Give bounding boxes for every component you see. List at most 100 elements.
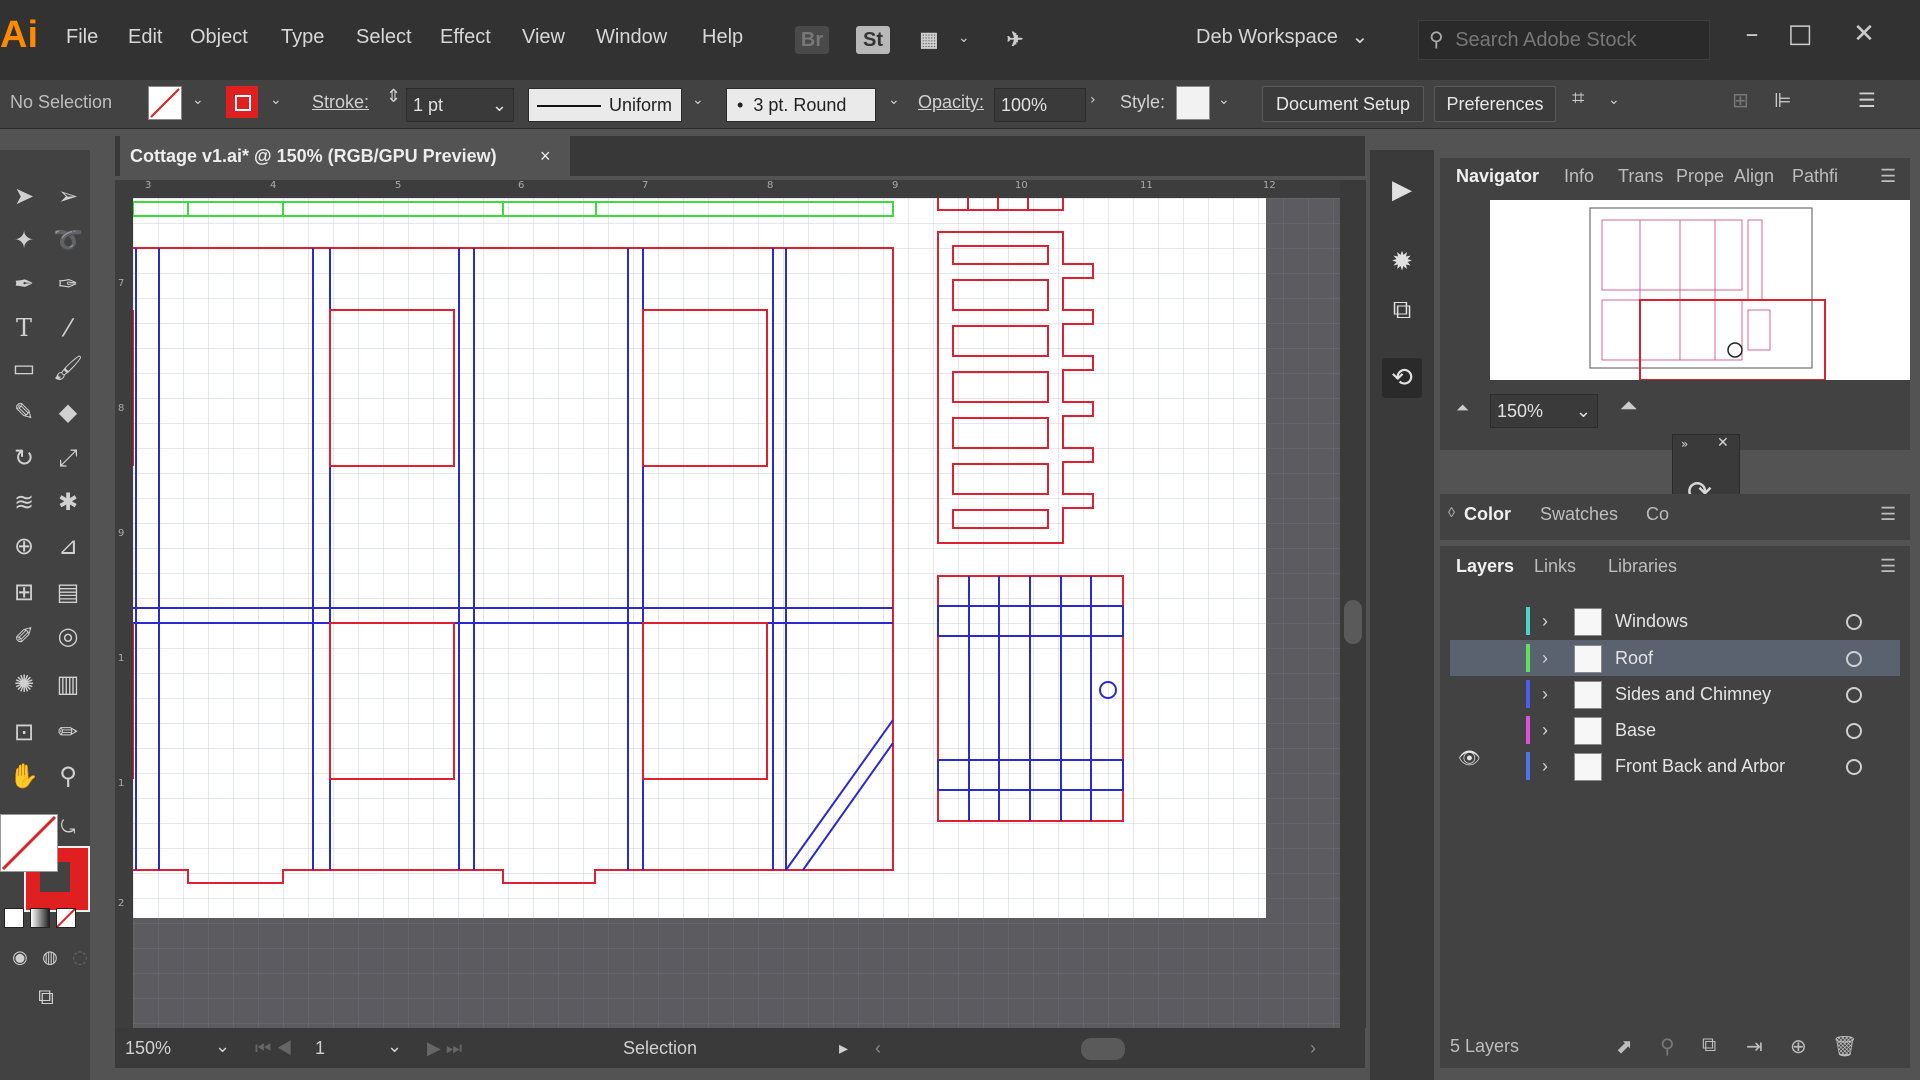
layer-row-roof[interactable]: › Roof <box>1450 640 1900 676</box>
symbol-sprayer-icon[interactable]: ✺ <box>4 666 44 702</box>
chevron-down-icon[interactable]: ⌄ <box>888 92 900 108</box>
chevron-right-icon[interactable]: › <box>1542 748 1548 784</box>
opacity-label[interactable]: Opacity: <box>918 92 984 113</box>
zoom-level[interactable]: 150% <box>125 1038 171 1059</box>
selection-tool-icon[interactable]: ➤ <box>4 178 44 214</box>
panel-menu-icon[interactable]: ☰ <box>1880 556 1896 577</box>
layer-row-front-back-and-arbor[interactable]: 👁 › Front Back and Arbor <box>1450 748 1900 784</box>
stroke-swatch[interactable] <box>226 86 258 118</box>
close-tab-icon[interactable]: × <box>540 136 551 176</box>
pen-tool-icon[interactable]: ✒ <box>4 266 44 302</box>
document-tab[interactable]: Cottage v1.ai* @ 150% (RGB/GPU Preview) … <box>120 136 570 176</box>
tab-navigator[interactable]: Navigator <box>1456 166 1539 187</box>
eraser-tool-icon[interactable]: ◆ <box>48 394 88 430</box>
chevron-down-icon[interactable]: ⌄ <box>270 92 282 108</box>
chevron-right-icon[interactable]: › <box>1090 92 1096 108</box>
create-sublayer-icon[interactable]: ⇥ <box>1746 1034 1763 1059</box>
panel-menu-icon[interactable]: ☰ <box>1880 504 1896 525</box>
new-layer-icon[interactable]: ⊕ <box>1790 1034 1807 1059</box>
layer-row-windows[interactable]: › Windows <box>1450 603 1900 639</box>
tab-swatches[interactable]: Swatches <box>1540 504 1618 525</box>
menu-view[interactable]: View <box>522 26 565 49</box>
zoom-out-icon[interactable]: ⏶ <box>1456 398 1469 418</box>
make-clipping-mask-icon[interactable]: ⧉ <box>1702 1034 1716 1057</box>
stepper-icon[interactable]: ⇕ <box>386 86 401 107</box>
tab-pathfinder[interactable]: Pathfi <box>1792 166 1838 187</box>
tab-properties[interactable]: Prope <box>1676 166 1724 187</box>
maximize-button[interactable]: □ <box>1780 14 1820 54</box>
gradient-mode-icon[interactable] <box>30 908 50 928</box>
panel-menu-icon[interactable]: ☰ <box>1858 88 1876 112</box>
layer-target-icon[interactable] <box>1846 687 1862 703</box>
shape-builder-icon[interactable]: ⊕ <box>4 528 44 564</box>
none-mode-icon[interactable] <box>56 908 76 928</box>
layer-target-icon[interactable] <box>1846 614 1862 630</box>
eyedropper-tool-icon[interactable]: ✐ <box>4 618 44 654</box>
chevron-down-icon[interactable]: ⌄ <box>387 1036 402 1057</box>
bridge-icon[interactable]: Br <box>795 26 829 54</box>
close-icon[interactable]: ✕ <box>1717 435 1729 451</box>
artboard-number[interactable]: 1 <box>315 1038 325 1059</box>
chevron-right-icon[interactable]: › <box>1542 712 1548 748</box>
curvature-tool-icon[interactable]: ✑ <box>48 266 88 302</box>
shaper-tool-icon[interactable]: ✎ <box>4 394 44 430</box>
style-swatch[interactable] <box>1176 86 1210 120</box>
tab-links[interactable]: Links <box>1534 556 1576 577</box>
status-mode[interactable]: Selection <box>623 1038 697 1059</box>
hand-tool-icon[interactable]: ✋ <box>4 758 44 794</box>
refresh-panel-icon[interactable]: ⟲ <box>1382 358 1422 398</box>
chevron-right-icon[interactable]: › <box>1542 676 1548 712</box>
menu-window[interactable]: Window <box>596 26 667 49</box>
collapse-icon[interactable]: ◊ <box>1448 504 1455 520</box>
direct-selection-tool-icon[interactable]: ➢ <box>48 178 88 214</box>
tab-color[interactable]: Color <box>1464 504 1511 525</box>
scroll-left-icon[interactable]: ‹ <box>875 1038 881 1059</box>
rotate-tool-icon[interactable]: ↻ <box>4 440 44 476</box>
first-artboard-icon[interactable]: ⏮ ◀ <box>255 1038 292 1059</box>
variable-width-profile[interactable]: Uniform <box>528 88 682 122</box>
chevron-down-icon[interactable]: ⌄ <box>958 30 970 46</box>
tab-transform[interactable]: Trans <box>1618 166 1663 187</box>
type-tool-icon[interactable]: T <box>4 310 44 346</box>
scroll-right-icon[interactable]: › <box>1310 1038 1316 1059</box>
transform-panel-icon[interactable]: ⧉ <box>1382 290 1422 330</box>
draw-inside-icon[interactable]: ◌ <box>60 940 100 976</box>
horizontal-scroll-thumb[interactable] <box>1081 1038 1125 1060</box>
opacity-field[interactable]: 100% <box>994 88 1086 122</box>
lasso-tool-icon[interactable]: ➰ <box>48 222 88 258</box>
menu-file[interactable]: File <box>66 26 98 49</box>
mesh-tool-icon[interactable]: ⊞ <box>4 574 44 610</box>
scrollbar-thumb[interactable] <box>1344 600 1362 644</box>
zoom-in-icon[interactable]: ⏶ <box>1620 394 1638 419</box>
locate-object-icon[interactable]: ⚲ <box>1660 1034 1675 1059</box>
layer-target-icon[interactable] <box>1846 651 1862 667</box>
chevron-down-icon[interactable]: ⌄ <box>1608 92 1620 108</box>
chevron-down-icon[interactable]: ⌄ <box>192 92 204 108</box>
puppet-warp-icon[interactable]: ✱ <box>48 484 88 520</box>
tab-info[interactable]: Info <box>1564 166 1594 187</box>
blend-tool-icon[interactable]: ◎ <box>48 618 88 654</box>
artboard-tool-icon[interactable]: ⊡ <box>4 714 44 750</box>
menu-select[interactable]: Select <box>356 26 412 49</box>
layer-target-icon[interactable] <box>1846 723 1862 739</box>
artwork[interactable] <box>133 198 1340 1028</box>
vertical-scrollbar[interactable] <box>1340 180 1366 1028</box>
panel-menu-icon[interactable]: ☰ <box>1880 166 1896 187</box>
layer-target-icon[interactable] <box>1846 759 1862 775</box>
menu-help[interactable]: Help <box>702 26 743 49</box>
color-mode-icon[interactable] <box>4 908 24 928</box>
canvas[interactable] <box>133 198 1340 1028</box>
document-setup-button[interactable]: Document Setup <box>1262 86 1424 122</box>
layer-row-sides-and-chimney[interactable]: › Sides and Chimney <box>1450 676 1900 712</box>
tab-color-guide[interactable]: Co <box>1646 504 1669 525</box>
gradient-tool-icon[interactable]: ▤ <box>48 574 88 610</box>
screen-mode-icon[interactable]: ⧉ <box>26 980 66 1016</box>
perspective-grid-icon[interactable]: ⊿ <box>48 528 88 564</box>
search-input[interactable]: ⚲ Search Adobe Stock <box>1418 20 1710 60</box>
stroke-weight-field[interactable]: 1 pt ⌄ <box>406 88 514 122</box>
align-icon[interactable]: ⊫ <box>1774 88 1791 112</box>
chevron-right-icon[interactable]: › <box>1542 603 1548 639</box>
tab-libraries[interactable]: Libraries <box>1608 556 1677 577</box>
preferences-button[interactable]: Preferences <box>1434 86 1556 122</box>
width-tool-icon[interactable]: ≋ <box>4 484 44 520</box>
